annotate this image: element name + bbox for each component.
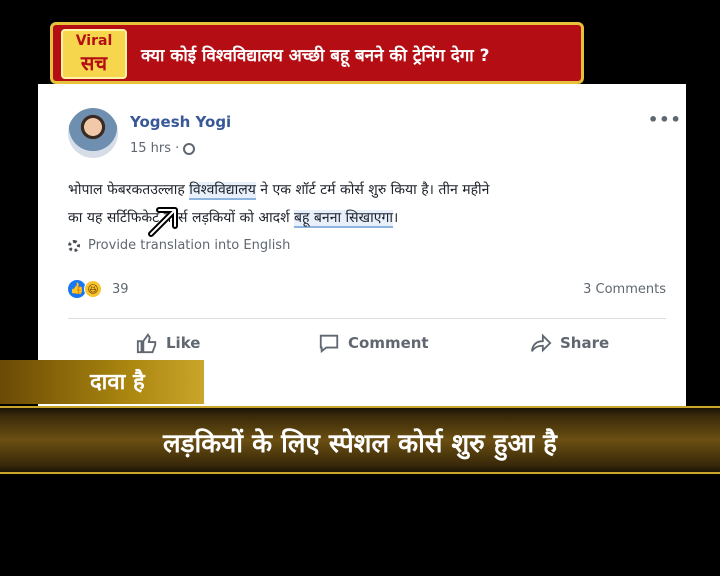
reaction-count: 39: [112, 281, 129, 297]
logo-text-viral: Viral: [75, 33, 113, 49]
author-name[interactable]: Yogesh Yogi: [130, 113, 231, 131]
globe-icon: [183, 142, 196, 155]
author-avatar[interactable]: [68, 108, 118, 158]
share-icon: [530, 333, 552, 353]
caption-band: लड़कियों के लिए स्पेशल कोर्स शुरु हुआ है: [0, 406, 720, 474]
like-button[interactable]: Like: [136, 332, 200, 354]
gear-icon: [68, 239, 80, 252]
divider: [68, 318, 666, 319]
cursor-arrow-icon: [148, 207, 178, 237]
share-label: Share: [560, 334, 610, 352]
caption-text: लड़कियों के लिए स्पेशल कोर्स शुरु हुआ है: [162, 429, 557, 459]
reactions-summary[interactable]: 👍 😆 39: [68, 280, 129, 298]
more-options-icon[interactable]: •••: [648, 110, 682, 129]
facebook-post-card: Yogesh Yogi 15 hrs · ••• भोपाल फेबरकतउल्…: [38, 84, 686, 406]
post-text-segment: ।: [392, 210, 399, 226]
claim-band: दावा है: [0, 360, 204, 404]
thumbs-up-icon: [136, 333, 157, 354]
comment-icon: [319, 334, 339, 354]
translation-label: Provide translation into English: [88, 238, 291, 253]
comment-button[interactable]: Comment: [318, 332, 429, 354]
post-time[interactable]: 15 hrs ·: [130, 141, 179, 156]
comment-label: Comment: [348, 334, 429, 352]
highlighted-phrase-bahu: बहू बनना सिखाएगा: [294, 210, 393, 228]
top-banner: Viral सच क्या कोई विश्वविद्यालय अच्छी बह…: [50, 22, 584, 84]
post-text-segment: ने एक शॉर्ट टर्म कोर्स शुरु किया है। तीन…: [255, 182, 490, 198]
post-meta: 15 hrs ·: [130, 141, 196, 156]
like-label: Like: [166, 334, 201, 352]
highlighted-word-university: विश्वविद्यालय: [189, 182, 256, 200]
viral-sach-logo: Viral सच: [61, 29, 127, 79]
comments-count[interactable]: 3 Comments: [583, 282, 666, 297]
share-button[interactable]: Share: [530, 332, 609, 354]
translation-link[interactable]: Provide translation into English: [68, 238, 290, 253]
banner-title: क्या कोई विश्वविद्यालय अच्छी बहू बनने की…: [141, 46, 490, 66]
logo-text-sach: सच: [80, 51, 108, 75]
haha-reaction-icon: 😆: [84, 280, 102, 298]
claim-label: दावा है: [90, 370, 145, 395]
